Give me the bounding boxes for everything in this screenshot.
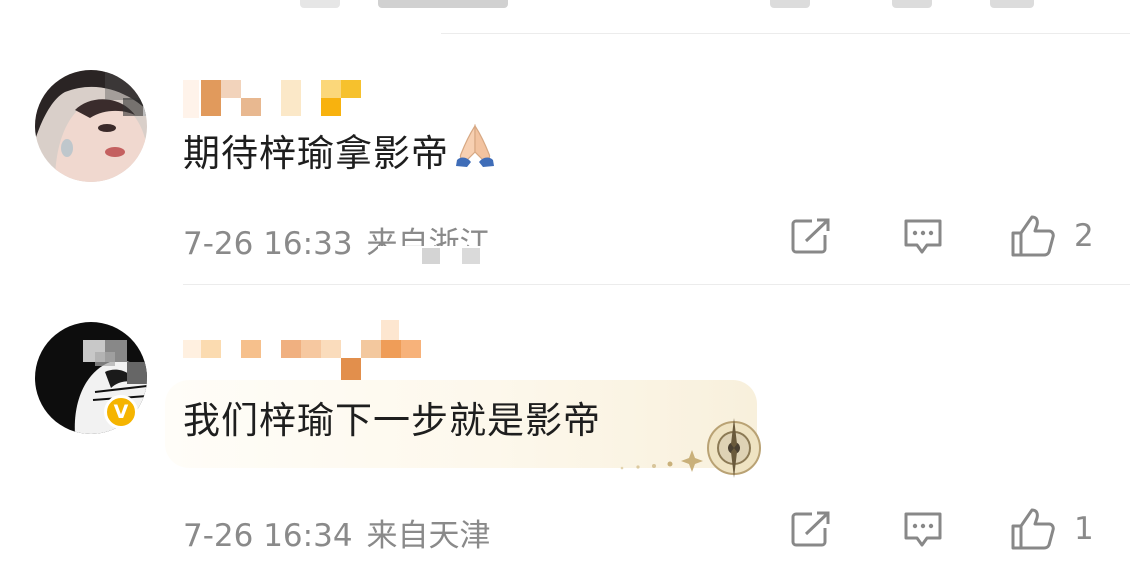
- username-redacted[interactable]: [183, 318, 423, 382]
- comment-time: 7-26 16:33: [183, 226, 353, 262]
- share-button[interactable]: [790, 510, 832, 548]
- divider: [183, 284, 1130, 285]
- reply-button[interactable]: [902, 510, 944, 550]
- previous-comment-remnant: [0, 0, 1130, 34]
- like-count: 1: [1074, 511, 1094, 547]
- compass-star-decoration-icon: [612, 414, 764, 484]
- comment-text-content: 期待梓瑜拿影帝: [183, 132, 449, 175]
- thumbs-up-icon: [1011, 508, 1055, 550]
- reply-button[interactable]: [902, 217, 944, 257]
- location-redaction: [378, 246, 518, 286]
- username-redacted[interactable]: [183, 80, 363, 120]
- comment-icon: [904, 512, 942, 547]
- folded-hands-emoji-icon: [453, 122, 497, 180]
- like-count: 2: [1074, 218, 1094, 254]
- avatar[interactable]: [35, 70, 147, 182]
- like-button[interactable]: 2: [1010, 214, 1094, 258]
- like-button[interactable]: 1: [1010, 507, 1094, 551]
- verified-badge: V: [104, 395, 138, 429]
- share-button[interactable]: [790, 217, 832, 255]
- divider: [441, 33, 1130, 34]
- comment-meta: 7-26 16:34 来自天津: [183, 510, 491, 555]
- comment-icon: [904, 219, 942, 254]
- comment-text: 我们梓瑜下一步就是影帝: [183, 399, 601, 442]
- comment-text: 期待梓瑜拿影帝: [183, 123, 497, 180]
- comment-time: 7-26 16:34: [183, 518, 353, 554]
- thumbs-up-icon: [1011, 215, 1055, 257]
- share-icon: [791, 511, 830, 547]
- share-icon: [791, 218, 830, 254]
- comment-location: 来自天津: [366, 518, 491, 554]
